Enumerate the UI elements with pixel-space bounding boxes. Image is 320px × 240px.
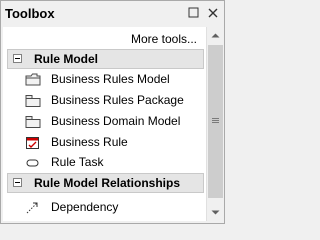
section-label: Rule Model Relationships: [34, 176, 181, 190]
tool-label: Business Rules Model: [51, 72, 170, 86]
scroll-down-icon[interactable]: [207, 204, 224, 221]
tool-label: Rule Task: [51, 155, 104, 169]
toolbox-panel: More tools... Rule Model Business Rules …: [3, 27, 206, 221]
tool-label: Business Rules Package: [51, 93, 184, 107]
folder-icon: [25, 73, 43, 87]
package-icon: [25, 94, 43, 108]
section-rule-model-relationships[interactable]: Rule Model Relationships: [7, 173, 204, 193]
tool-label: Dependency: [51, 200, 119, 214]
scroll-thumb[interactable]: [208, 45, 223, 198]
thumb-grip: [212, 118, 219, 119]
more-tools-link[interactable]: More tools...: [3, 27, 206, 47]
tool-business-rules-package[interactable]: Business Rules Package: [3, 90, 206, 110]
toolbox-window: Toolbox More tools... Rule Model Busines…: [0, 0, 225, 224]
tool-rule-task[interactable]: Rule Task: [3, 152, 206, 172]
section-label: Rule Model: [34, 52, 99, 66]
package-icon: [25, 115, 43, 129]
close-icon[interactable]: [206, 6, 220, 20]
title-bar: Toolbox: [1, 1, 224, 26]
scroll-up-icon[interactable]: [207, 27, 224, 44]
tool-dependency[interactable]: Dependency: [3, 197, 206, 217]
more-tools-label: More tools...: [130, 32, 197, 46]
thumb-grip: [212, 122, 219, 123]
tool-business-rule[interactable]: Business Rule: [3, 132, 206, 152]
vertical-scrollbar[interactable]: [206, 27, 224, 221]
collapse-icon[interactable]: [13, 54, 22, 63]
dependency-icon: [25, 201, 43, 215]
tool-business-rules-model[interactable]: Business Rules Model: [3, 69, 206, 89]
window-title: Toolbox: [5, 6, 55, 21]
tool-business-domain-model[interactable]: Business Domain Model: [3, 111, 206, 131]
rule-icon: [25, 136, 43, 150]
task-icon: [25, 156, 43, 170]
collapse-icon[interactable]: [13, 178, 22, 187]
section-rule-model[interactable]: Rule Model: [7, 49, 204, 69]
tool-label: Business Rule: [51, 135, 128, 149]
restore-icon[interactable]: [187, 6, 201, 20]
tool-label: Business Domain Model: [51, 114, 181, 128]
thumb-grip: [212, 120, 219, 121]
